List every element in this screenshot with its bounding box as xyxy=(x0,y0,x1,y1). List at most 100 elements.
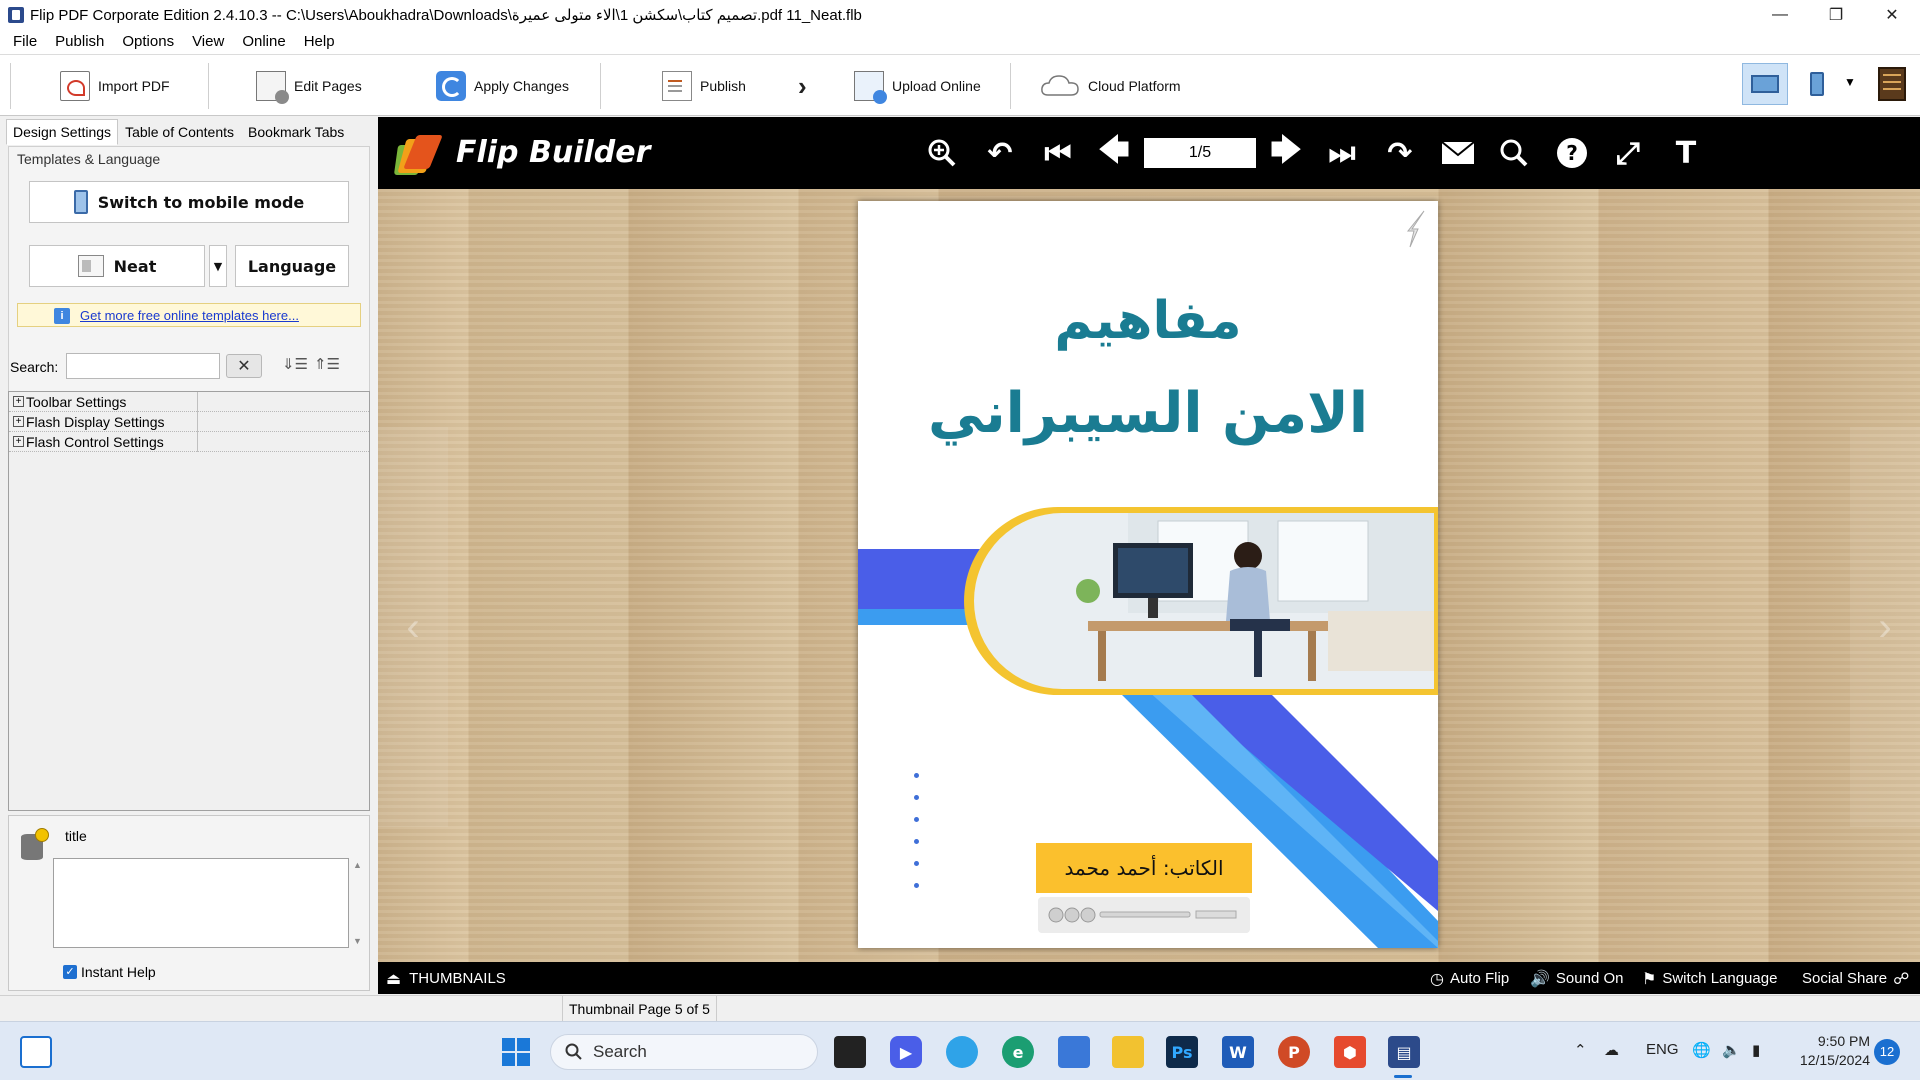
onedrive-icon[interactable]: ☁ xyxy=(1604,1041,1619,1059)
language-button[interactable]: Language xyxy=(235,245,349,287)
checkbox-checked-icon[interactable]: ✓ xyxy=(63,965,77,979)
start-icon[interactable] xyxy=(500,1036,532,1068)
menu-help[interactable]: Help xyxy=(295,30,344,54)
svg-text:?: ? xyxy=(1566,141,1578,165)
mobile-view-button[interactable] xyxy=(1804,65,1830,103)
edit-pages-button[interactable]: Edit Pages xyxy=(256,65,362,107)
text-icon[interactable]: T xyxy=(1666,133,1706,173)
book-page[interactable]: مفاهيم الامن السيبراني الكاتب: أحمد محمد xyxy=(858,201,1438,948)
cloud-platform-label: Cloud Platform xyxy=(1088,78,1181,94)
next-page-icon[interactable]: 🡆 xyxy=(1266,133,1306,173)
weather-icon[interactable] xyxy=(946,1036,978,1068)
thumbnails-button[interactable]: ⏏ THUMBNAILS xyxy=(386,969,506,988)
network-icon[interactable]: 🌐 xyxy=(1692,1041,1711,1059)
menu-view[interactable]: View xyxy=(183,30,233,54)
battery-icon[interactable]: ▮ xyxy=(1752,1041,1760,1059)
email-icon[interactable] xyxy=(1438,133,1478,173)
menu-file[interactable]: File xyxy=(4,30,46,54)
next-page-arrow[interactable]: › xyxy=(1850,427,1920,827)
close-button[interactable]: ✕ xyxy=(1864,0,1920,30)
menu-publish[interactable]: Publish xyxy=(46,30,113,54)
language-indicator[interactable]: ENG xyxy=(1646,1041,1679,1058)
notification-badge[interactable]: 12 xyxy=(1874,1039,1900,1065)
desktop-view-button[interactable] xyxy=(1742,63,1788,105)
settings-group-flash-control[interactable]: + Flash Control Settings xyxy=(9,432,369,452)
zoom-in-icon[interactable] xyxy=(922,133,962,173)
undo-icon[interactable]: ↶ xyxy=(980,133,1020,173)
template-dropdown[interactable]: ▼ xyxy=(209,245,227,287)
share-icon: ☍ xyxy=(1893,969,1910,988)
volume-icon[interactable]: 🔈 xyxy=(1722,1041,1741,1059)
task-view-icon[interactable] xyxy=(20,1036,52,1068)
previous-page-icon[interactable]: 🡄 xyxy=(1094,133,1134,173)
collapse-all-icon[interactable]: ⇑☰ xyxy=(314,355,340,373)
auto-flip-button[interactable]: ◷ Auto Flip xyxy=(1430,969,1509,988)
file-explorer-icon[interactable] xyxy=(834,1036,866,1068)
import-pdf-button[interactable]: Import PDF xyxy=(60,65,170,107)
tab-bookmark-tabs[interactable]: Bookmark Tabs xyxy=(241,119,351,145)
taskbar-search[interactable]: Search xyxy=(550,1034,818,1070)
book-title-line2: الامن السيبراني xyxy=(927,381,1369,446)
switch-mobile-button[interactable]: Switch to mobile mode xyxy=(29,181,349,223)
status-bar: Thumbnail Page 5 of 5 xyxy=(0,995,1920,1022)
zoom-icon[interactable]: ▶ xyxy=(890,1036,922,1068)
tab-design-settings[interactable]: Design Settings xyxy=(6,119,119,145)
redo-icon[interactable]: ↷ xyxy=(1380,133,1420,173)
first-page-icon[interactable]: ⏮ xyxy=(1038,133,1078,173)
tab-table-of-contents[interactable]: Table of Contents xyxy=(118,119,241,145)
upload-online-label: Upload Online xyxy=(892,78,981,94)
expand-icon[interactable]: + xyxy=(13,396,24,407)
upload-online-button[interactable]: Upload Online xyxy=(854,65,981,107)
restore-button[interactable]: ❐ xyxy=(1808,0,1864,30)
apply-changes-button[interactable]: Apply Changes xyxy=(436,65,569,107)
auto-flip-label: Auto Flip xyxy=(1449,970,1510,987)
office-icon[interactable]: ⬢ xyxy=(1334,1036,1366,1068)
window-controls: — ❐ ✕ xyxy=(1752,0,1920,30)
more-templates-link[interactable]: i Get more free online templates here... xyxy=(17,303,361,327)
audio-player[interactable] xyxy=(1038,897,1250,933)
expand-icon[interactable]: + xyxy=(13,436,24,447)
previous-page-arrow[interactable]: ‹ xyxy=(378,427,448,827)
page-number-input[interactable]: 1/5 xyxy=(1144,138,1256,168)
last-page-icon[interactable]: ⏭ xyxy=(1322,133,1362,173)
edge-icon[interactable]: e xyxy=(1002,1036,1034,1068)
switch-language-label: Switch Language xyxy=(1662,970,1778,987)
instant-help-checkbox[interactable]: ✓ Instant Help xyxy=(63,964,156,980)
word-icon[interactable]: W xyxy=(1222,1036,1254,1068)
store-icon[interactable] xyxy=(1058,1036,1090,1068)
folder-icon[interactable] xyxy=(1112,1036,1144,1068)
search-icon xyxy=(565,1043,582,1060)
expand-icon[interactable]: + xyxy=(13,416,24,427)
decorative-dots xyxy=(914,773,920,905)
flip-pdf-icon[interactable]: ▤ xyxy=(1388,1036,1420,1068)
help-scrollbar[interactable]: ▲ ▼ xyxy=(351,858,365,948)
settings-group-flash-display[interactable]: + Flash Display Settings xyxy=(9,412,369,432)
switch-language-button[interactable]: ⚑ Switch Language xyxy=(1642,969,1777,988)
sound-button[interactable]: 🔊 Sound On xyxy=(1530,969,1623,988)
monitor-icon xyxy=(1751,75,1779,93)
expand-all-icon[interactable]: ⇓☰ xyxy=(282,355,308,373)
template-button[interactable]: Neat xyxy=(29,245,205,287)
clear-search-button[interactable]: ✕ xyxy=(226,354,262,378)
settings-search-input[interactable] xyxy=(66,353,220,379)
settings-group-toolbar[interactable]: + Toolbar Settings xyxy=(9,392,369,412)
search-icon[interactable] xyxy=(1494,133,1534,173)
page-curl-icon[interactable] xyxy=(1404,209,1428,249)
show-hidden-icons[interactable]: ⌃ xyxy=(1574,1041,1587,1059)
help-icon[interactable]: ? xyxy=(1552,133,1592,173)
publish-button[interactable]: Publish xyxy=(662,65,746,107)
menu-online[interactable]: Online xyxy=(233,30,294,54)
minimize-button[interactable]: — xyxy=(1752,0,1808,30)
photoshop-icon[interactable]: Ps xyxy=(1166,1036,1198,1068)
chevron-right-icon[interactable]: › xyxy=(798,71,807,102)
cloud-platform-button[interactable]: Cloud Platform xyxy=(1040,65,1181,107)
bookcase-icon[interactable] xyxy=(1878,67,1906,101)
menu-options[interactable]: Options xyxy=(113,30,183,54)
clock-date: 12/15/2024 xyxy=(1799,1052,1870,1068)
fullscreen-icon[interactable]: ⤢ xyxy=(1608,133,1648,173)
view-dropdown-icon[interactable]: ▼ xyxy=(1844,75,1856,89)
clock[interactable]: 9:50 PM 12/15/2024 xyxy=(1790,1032,1870,1070)
column-divider xyxy=(197,412,198,432)
social-share-button[interactable]: Social Share ☍ xyxy=(1802,969,1909,988)
powerpoint-icon[interactable]: P xyxy=(1278,1036,1310,1068)
